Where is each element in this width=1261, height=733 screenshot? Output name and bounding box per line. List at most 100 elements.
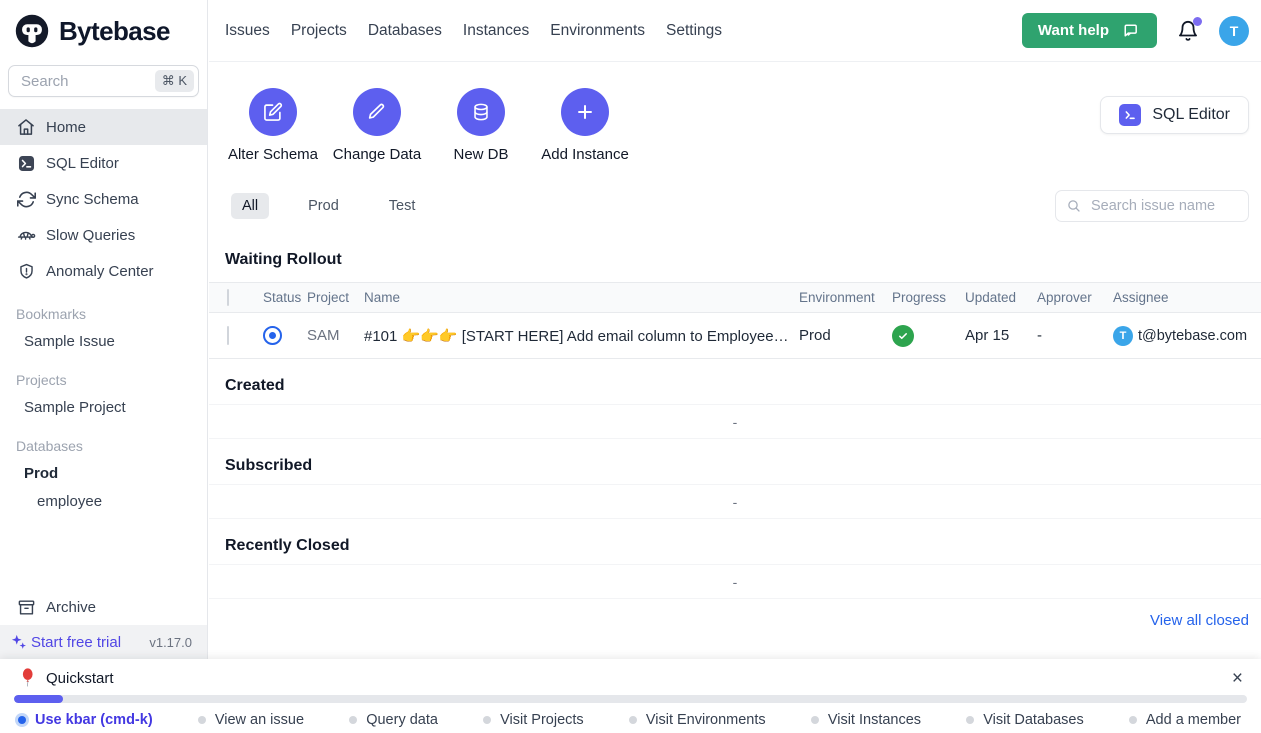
topnav-item-issues[interactable]: Issues (225, 22, 270, 40)
step-label: Query data (366, 712, 438, 728)
select-all-checkbox[interactable] (227, 289, 229, 306)
databases-title: Databases (0, 433, 207, 459)
sidebar-spacer (0, 515, 207, 589)
alter-schema-button[interactable] (249, 88, 297, 136)
step-label: Visit Projects (500, 712, 584, 728)
quickstart-step-use-kbar[interactable]: Use kbar (cmd-k) (18, 712, 153, 728)
step-label: Add a member (1146, 712, 1241, 728)
new-db-button[interactable] (457, 88, 505, 136)
database-item-employee[interactable]: employee (0, 487, 207, 515)
global-search-box[interactable]: ⌘ K (8, 65, 199, 97)
step-label: View an issue (215, 712, 304, 728)
notifications-button[interactable] (1176, 19, 1200, 43)
topnav-item-environments[interactable]: Environments (550, 22, 645, 40)
step-label: Visit Instances (828, 712, 921, 728)
col-assignee: Assignee (1113, 290, 1253, 305)
quick-actions-row: Alter Schema Change Data (209, 62, 1261, 163)
col-environment: Environment (799, 290, 892, 305)
quickstart-step-query-data[interactable]: Query data (349, 712, 438, 728)
view-all-closed-link[interactable]: View all closed (1150, 612, 1249, 629)
bookmarks-section: Bookmarks Sample Issue (0, 301, 207, 355)
subscribed-heading: Subscribed (225, 457, 1261, 475)
issue-name-link[interactable]: #101 👉👉👉 [START HERE] Add email column t… (364, 327, 799, 345)
quickstart-header: Quickstart × (0, 659, 1261, 688)
quickstart-step-visit-instances[interactable]: Visit Instances (811, 712, 921, 728)
turtle-icon (16, 225, 36, 245)
global-search-input[interactable] (19, 72, 155, 91)
home-content: Alter Schema Change Data (209, 62, 1261, 659)
close-icon[interactable]: × (1232, 669, 1243, 688)
recently-closed-heading: Recently Closed (225, 537, 1261, 555)
step-label: Visit Environments (646, 712, 766, 728)
projects-section: Projects Sample Project (0, 367, 207, 421)
row-checkbox[interactable] (227, 326, 229, 345)
trial-label: Start free trial (31, 634, 121, 651)
quickstart-step-visit-databases[interactable]: Visit Databases (966, 712, 1083, 728)
sidebar-item-slow-queries[interactable]: Slow Queries (0, 217, 207, 253)
quick-action-label: Add Instance (541, 146, 629, 163)
balloon-icon (20, 668, 37, 688)
quick-action-alter-schema: Alter Schema (221, 88, 325, 163)
step-dot-icon (198, 716, 206, 724)
topnav-item-databases[interactable]: Databases (368, 22, 442, 40)
brand-logo[interactable]: Bytebase (0, 0, 207, 62)
topnav-item-settings[interactable]: Settings (666, 22, 722, 40)
want-help-button[interactable]: Want help (1022, 13, 1157, 48)
sidebar-item-sync-schema[interactable]: Sync Schema (0, 181, 207, 217)
issue-search-input[interactable] (1089, 197, 1238, 215)
databases-section: Databases Prod employee (0, 433, 207, 515)
bookmark-item-sample-issue[interactable]: Sample Issue (0, 327, 207, 355)
tab-prod[interactable]: Prod (297, 193, 350, 219)
progress-done-icon (892, 325, 914, 347)
quickstart-step-visit-projects[interactable]: Visit Projects (483, 712, 584, 728)
sparkles-icon (10, 633, 28, 651)
quick-action-label: Change Data (333, 146, 421, 163)
step-dot-icon (629, 716, 637, 724)
search-shortcut-badge: ⌘ K (155, 70, 194, 92)
sidebar-item-home[interactable]: Home (0, 109, 207, 145)
step-dot-icon (1129, 716, 1137, 724)
quickstart-step-add-a-member[interactable]: Add a member (1129, 712, 1241, 728)
sidebar-item-archive[interactable]: Archive (0, 589, 207, 625)
database-env-prod[interactable]: Prod (0, 459, 207, 487)
topnav-item-instances[interactable]: Instances (463, 22, 529, 40)
bytebase-app: Bytebase ⌘ K Home (0, 0, 1261, 733)
user-avatar[interactable]: T (1219, 16, 1249, 46)
change-data-button[interactable] (353, 88, 401, 136)
issue-project: SAM (307, 327, 364, 344)
help-label: Want help (1038, 22, 1109, 39)
issue-row[interactable]: SAM #101 👉👉👉 [START HERE] Add email colu… (209, 313, 1261, 359)
quickstart-title: Quickstart (46, 670, 114, 687)
quickstart-step-visit-environments[interactable]: Visit Environments (629, 712, 766, 728)
start-free-trial-button[interactable]: Start free trial (10, 633, 121, 651)
view-all-closed-wrap: View all closed (209, 599, 1261, 630)
sidebar-item-anomaly-center[interactable]: Anomaly Center (0, 253, 207, 289)
sync-icon (16, 189, 36, 209)
quickstart-step-view-an-issue[interactable]: View an issue (198, 712, 304, 728)
col-approver: Approver (1037, 290, 1113, 305)
sql-editor-label: SQL Editor (1152, 106, 1230, 124)
col-name: Name (364, 290, 799, 305)
sql-editor-button[interactable]: SQL Editor (1100, 96, 1249, 134)
recently-closed-empty-row: - (209, 564, 1261, 599)
project-item-sample-project[interactable]: Sample Project (0, 393, 207, 421)
tab-test[interactable]: Test (378, 193, 427, 219)
col-updated: Updated (965, 290, 1037, 305)
search-icon (1066, 198, 1082, 214)
step-dot-icon (18, 716, 26, 724)
database-icon (470, 101, 492, 123)
bytebase-logo-icon (14, 13, 50, 49)
issue-table-header: Status Project Name Environment Progress… (209, 282, 1261, 313)
quick-action-label: Alter Schema (228, 146, 318, 163)
topnav-item-projects[interactable]: Projects (291, 22, 347, 40)
edit-square-icon (262, 101, 284, 123)
add-instance-button[interactable] (561, 88, 609, 136)
issue-search-box[interactable] (1055, 190, 1249, 222)
chat-bubble-icon (1120, 20, 1141, 41)
shield-alert-icon (16, 261, 36, 281)
tab-all[interactable]: All (231, 193, 269, 219)
plus-icon (574, 101, 596, 123)
issue-assignee: T t@bytebase.com (1113, 326, 1253, 346)
top-nav: Issues Projects Databases Instances Envi… (225, 22, 722, 40)
sidebar-item-sql-editor[interactable]: SQL Editor (0, 145, 207, 181)
